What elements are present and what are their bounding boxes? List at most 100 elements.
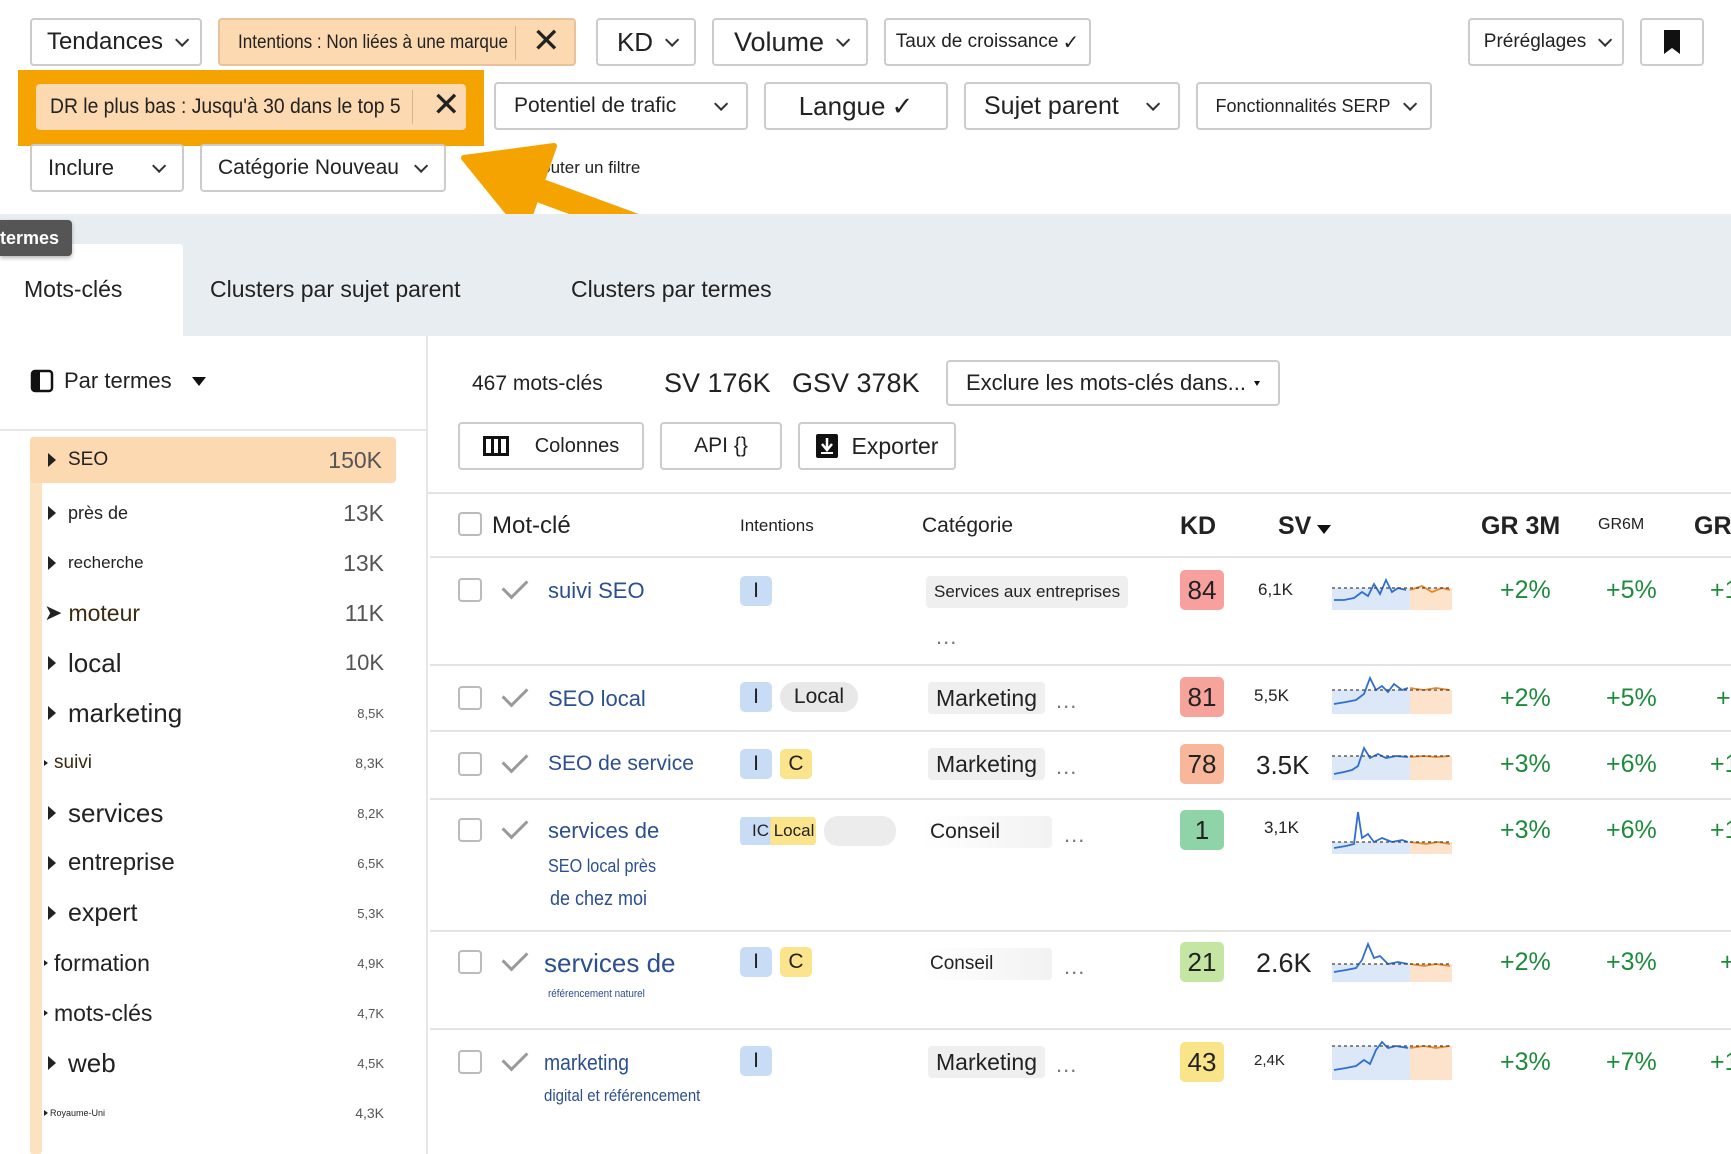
keyword-link[interactable]: services de — [548, 818, 659, 844]
gr-value: +1 — [1710, 576, 1731, 604]
header-keyword[interactable]: Mot-clé — [492, 512, 571, 540]
category-badge[interactable]: Conseil — [922, 816, 1052, 848]
intent-badge: IC Local — [740, 816, 817, 846]
gr6m-value: +6% — [1606, 816, 1657, 844]
intentions-filter[interactable]: Intentions : Non liées à une marque ✕ — [218, 18, 576, 66]
sidebar-item-marketing[interactable]: marketing 8,5K — [30, 690, 384, 736]
more-icon[interactable]: ... — [1056, 754, 1077, 780]
kd-badge: 78 — [1180, 744, 1224, 784]
more-icon[interactable]: ... — [1064, 822, 1085, 848]
category-badge[interactable]: Marketing — [928, 1046, 1045, 1078]
exclude-keywords-dropdown[interactable]: Exclure les mots-clés dans... — [946, 360, 1280, 406]
expand-icon — [48, 453, 56, 467]
intent-badge: I — [740, 749, 772, 779]
keyword-count: 467 mots-clés — [472, 372, 603, 395]
group-by-selector[interactable]: Par termes — [30, 368, 206, 394]
header-sv[interactable]: SV — [1278, 512, 1332, 541]
chevron-down-icon — [836, 32, 851, 47]
sidebar-item-entreprise[interactable]: entreprise 6,5K — [30, 840, 384, 886]
keyword-link-line3[interactable]: de chez moi — [550, 888, 647, 911]
select-all-checkbox[interactable] — [458, 512, 482, 536]
intent-badge: I — [740, 947, 772, 977]
presets-button[interactable]: Préréglages — [1468, 18, 1624, 66]
gr6m-value: +7% — [1606, 1048, 1657, 1076]
sidebar-item-suivi[interactable]: suivi 8,3K — [30, 740, 384, 786]
chevron-down-icon — [714, 96, 729, 111]
expand-icon — [48, 806, 56, 820]
sidebar-item-moteur[interactable]: ➤ moteur 11K — [30, 590, 384, 636]
sidebar-item-seo[interactable]: SEO 150K — [30, 437, 396, 483]
keyword-link-line2[interactable]: référencement naturel — [548, 988, 645, 1000]
gr6m-value: +6% — [1606, 750, 1657, 778]
header-intentions[interactable]: Intentions — [740, 516, 814, 536]
gr-value: +1 — [1710, 816, 1731, 844]
row-checkbox[interactable] — [458, 578, 482, 602]
api-button[interactable]: API {} — [660, 422, 782, 470]
tooltip: termes — [0, 220, 72, 256]
check-icon — [501, 746, 529, 774]
langue-filter[interactable]: Langue ✓ — [764, 82, 948, 130]
more-icon[interactable]: ... — [936, 624, 957, 650]
sidebar-item-formation[interactable]: formation 4,9K — [30, 940, 384, 986]
columns-label: Colonnes — [534, 434, 620, 457]
check-icon — [501, 680, 529, 708]
tab-clusters-sujet-parent[interactable]: Clusters par sujet parent — [210, 276, 461, 303]
category-badge[interactable]: Marketing — [928, 682, 1045, 714]
categorie-filter[interactable]: Catégorie Nouveau — [200, 144, 446, 192]
keyword-link-line2[interactable]: SEO local près — [548, 856, 656, 877]
keyword-link[interactable]: SEO local — [548, 686, 646, 712]
header-category[interactable]: Catégorie — [922, 514, 1013, 538]
sidebar-item-pres-de[interactable]: près de 13K — [30, 490, 384, 536]
inclure-filter[interactable]: Inclure — [30, 144, 184, 192]
more-icon[interactable]: ... — [1056, 1052, 1077, 1078]
sidebar-item-expert[interactable]: expert 5,3K — [30, 890, 384, 936]
row-checkbox[interactable] — [458, 950, 482, 974]
categorie-label: Catégorie Nouveau — [218, 156, 399, 179]
row-checkbox[interactable] — [458, 1050, 482, 1074]
kd-badge: 84 — [1180, 570, 1224, 610]
category-badge[interactable]: Services aux entreprises — [926, 576, 1129, 608]
category-badge[interactable]: Conseil — [922, 948, 1052, 980]
category-badge[interactable]: Marketing — [928, 748, 1045, 780]
tab-clusters-termes[interactable]: Clusters par termes — [571, 276, 772, 303]
tab-mots-cles[interactable]: Mots-clés — [0, 244, 183, 336]
sidebar-item-royaume-uni[interactable]: Royaume-Uni 4,3K — [30, 1090, 384, 1136]
keyword-link[interactable]: services de — [544, 948, 676, 979]
caret-down-icon — [191, 376, 206, 386]
sujet-parent-filter[interactable]: Sujet parent — [964, 82, 1180, 130]
sidebar-item-services[interactable]: services 8,2K — [30, 790, 384, 836]
more-icon[interactable]: ... — [1056, 688, 1077, 714]
sidebar-item-mots-cles[interactable]: mots-clés 4,7K — [30, 990, 384, 1036]
header-gr[interactable]: GR — [1694, 512, 1731, 541]
sidebar-item-local[interactable]: local 10K — [30, 640, 384, 686]
sidebar-item-recherche[interactable]: recherche 13K — [30, 540, 384, 586]
potentiel-trafic-filter[interactable]: Potentiel de trafic — [494, 82, 748, 130]
keyword-link[interactable]: SEO de service — [548, 752, 694, 776]
trend-sparkline — [1332, 745, 1452, 780]
close-icon[interactable]: ✕ — [432, 88, 461, 122]
volume-filter[interactable]: Volume — [712, 18, 868, 66]
download-icon — [815, 434, 838, 458]
more-icon[interactable]: ... — [1064, 954, 1085, 980]
keyword-link[interactable]: suivi SEO — [548, 578, 645, 604]
dr-filter[interactable]: DR le plus bas : Jusqu'à 30 dans le top … — [36, 84, 466, 130]
row-checkbox[interactable] — [458, 818, 482, 842]
keyword-link-line2[interactable]: digital et référencement — [544, 1086, 700, 1106]
serp-label: Fonctionnalités SERP — [1215, 95, 1391, 116]
export-button[interactable]: Exporter — [798, 422, 956, 470]
expand-icon — [48, 856, 56, 870]
sidebar-item-web[interactable]: web 4,5K — [30, 1040, 384, 1086]
serp-features-filter[interactable]: Fonctionnalités SERP — [1196, 82, 1432, 130]
kd-filter[interactable]: KD — [596, 18, 696, 66]
header-kd[interactable]: KD — [1180, 512, 1216, 541]
tendances-filter[interactable]: Tendances — [30, 18, 202, 66]
close-icon[interactable]: ✕ — [532, 24, 561, 58]
header-gr3m[interactable]: GR 3M — [1481, 512, 1560, 541]
columns-button[interactable]: Colonnes — [458, 422, 644, 470]
taux-croissance-filter[interactable]: Taux de croissance ✓ — [884, 18, 1091, 66]
header-gr6m[interactable]: GR6M — [1598, 516, 1644, 534]
keyword-link[interactable]: marketing — [544, 1050, 629, 1076]
bookmark-button[interactable] — [1640, 18, 1704, 66]
row-checkbox[interactable] — [458, 752, 482, 776]
row-checkbox[interactable] — [458, 686, 482, 710]
